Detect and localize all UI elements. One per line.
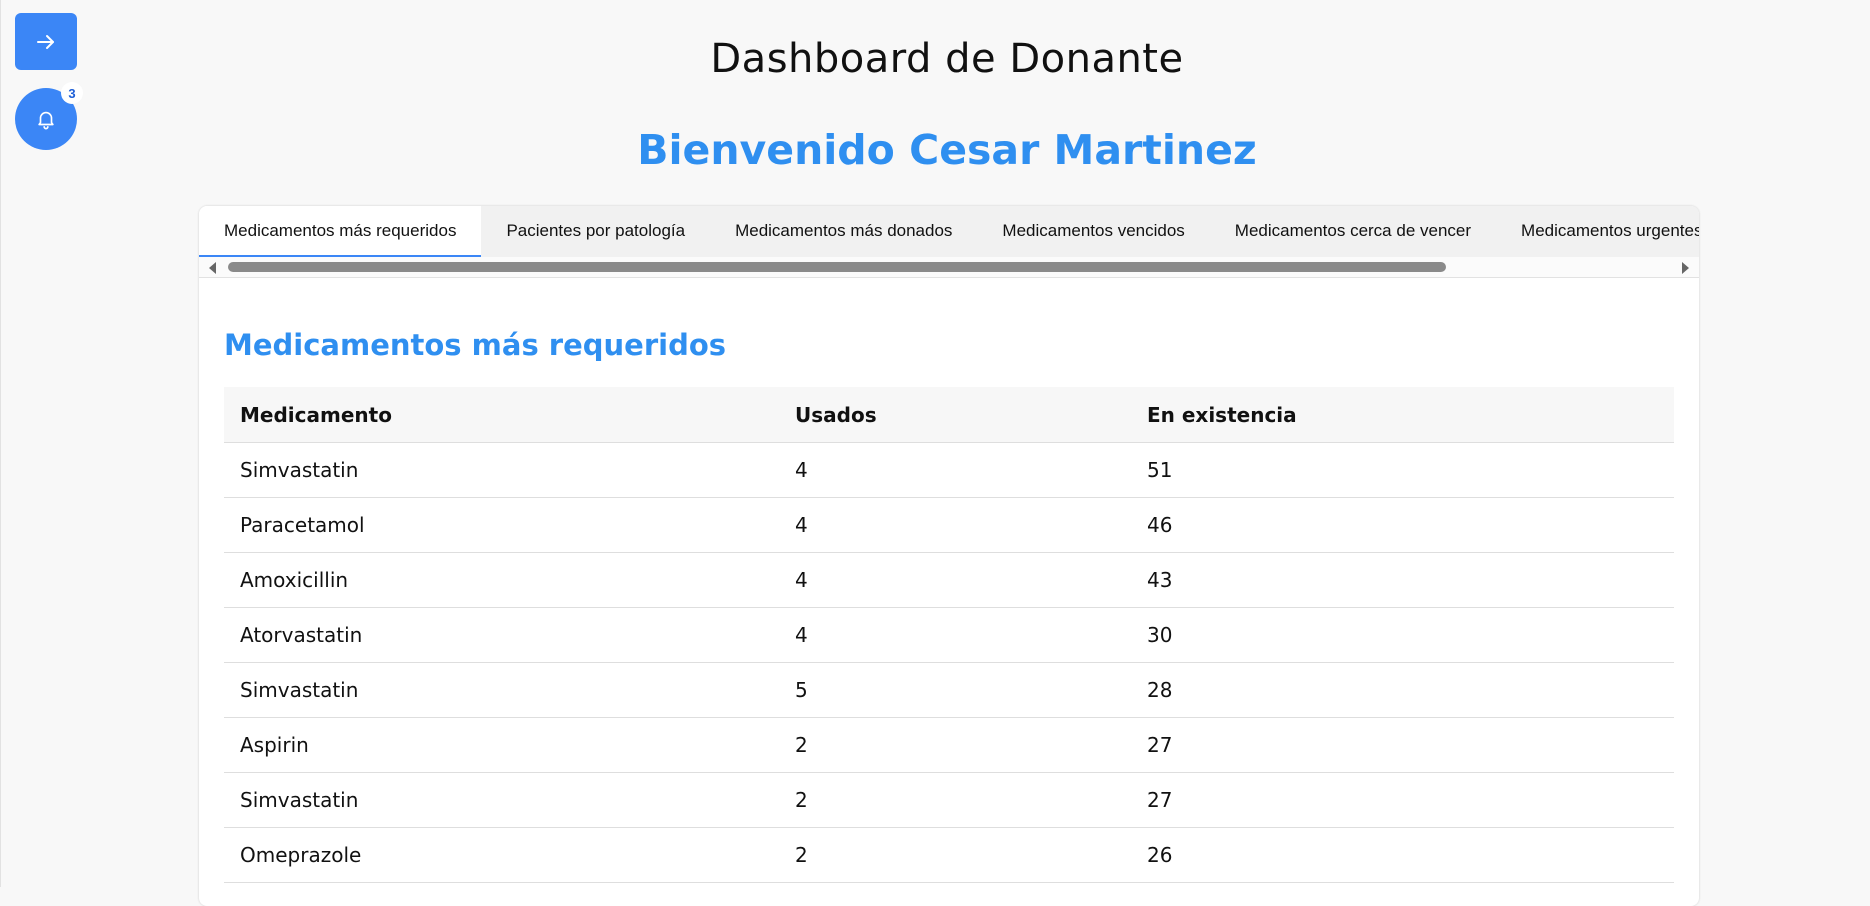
cell-stock: 28 xyxy=(1131,662,1674,718)
cell-stock: 30 xyxy=(1131,607,1674,663)
table-row: Simvastatin 5 28 xyxy=(224,662,1674,718)
page-title: Dashboard de Donante xyxy=(710,36,1184,82)
dashboard-panel: Medicamentos más requeridos Pacientes po… xyxy=(199,206,1699,906)
column-header-used: Usados xyxy=(779,387,1131,443)
cell-used: 4 xyxy=(779,607,1131,663)
table-row: Amoxicillin 4 43 xyxy=(224,552,1674,608)
column-header-medication: Medicamento xyxy=(224,387,779,443)
cell-used: 4 xyxy=(779,552,1131,608)
tabs-scrollbar[interactable] xyxy=(199,257,1699,278)
cell-medication: Simvastatin xyxy=(224,662,779,718)
cell-stock: 27 xyxy=(1131,717,1674,773)
cell-used: 2 xyxy=(779,827,1131,883)
tab-bar: Medicamentos más requeridos Pacientes po… xyxy=(199,206,1699,257)
cell-stock: 51 xyxy=(1131,442,1674,498)
tab-expired[interactable]: Medicamentos vencidos xyxy=(977,206,1209,257)
table-row: Omeprazole 2 26 xyxy=(224,827,1674,883)
cell-medication: Omeprazole xyxy=(224,827,779,883)
welcome-heading: Bienvenido Cesar Martinez xyxy=(637,126,1257,174)
cell-medication: Simvastatin xyxy=(224,442,779,498)
table-row: Simvastatin 2 27 xyxy=(224,772,1674,828)
cell-medication: Aspirin xyxy=(224,717,779,773)
section-title: Medicamentos más requeridos xyxy=(224,328,727,362)
scrollbar-thumb[interactable] xyxy=(228,262,1446,272)
cell-used: 4 xyxy=(779,497,1131,553)
medications-table: Medicamento Usados En existencia Simvast… xyxy=(224,387,1674,883)
tab-patients-by-pathology[interactable]: Pacientes por patología xyxy=(481,206,710,257)
column-header-stock: En existencia xyxy=(1131,387,1674,443)
tab-near-expiry[interactable]: Medicamentos cerca de vencer xyxy=(1210,206,1496,257)
notification-count-badge: 3 xyxy=(61,82,83,104)
cell-medication: Paracetamol xyxy=(224,497,779,553)
scroll-right-icon[interactable] xyxy=(1682,262,1689,274)
cell-used: 2 xyxy=(779,772,1131,828)
tab-most-required[interactable]: Medicamentos más requeridos xyxy=(199,206,482,257)
cell-used: 4 xyxy=(779,442,1131,498)
scroll-left-icon[interactable] xyxy=(209,262,216,274)
cell-medication: Simvastatin xyxy=(224,772,779,828)
cell-medication: Atorvastatin xyxy=(224,607,779,663)
cell-stock: 43 xyxy=(1131,552,1674,608)
cell-stock: 46 xyxy=(1131,497,1674,553)
tab-most-donated[interactable]: Medicamentos más donados xyxy=(710,206,977,257)
cell-stock: 26 xyxy=(1131,827,1674,883)
cell-stock: 27 xyxy=(1131,772,1674,828)
table-row: Simvastatin 4 51 xyxy=(224,442,1674,498)
table-row: Aspirin 2 27 xyxy=(224,717,1674,773)
tab-urgent[interactable]: Medicamentos urgentes xyxy=(1496,206,1699,257)
cell-used: 2 xyxy=(779,717,1131,773)
cell-medication: Amoxicillin xyxy=(224,552,779,608)
cell-used: 5 xyxy=(779,662,1131,718)
table-row: Paracetamol 4 46 xyxy=(224,497,1674,553)
table-row: Atorvastatin 4 30 xyxy=(224,607,1674,663)
table-header-row: Medicamento Usados En existencia xyxy=(224,387,1674,443)
